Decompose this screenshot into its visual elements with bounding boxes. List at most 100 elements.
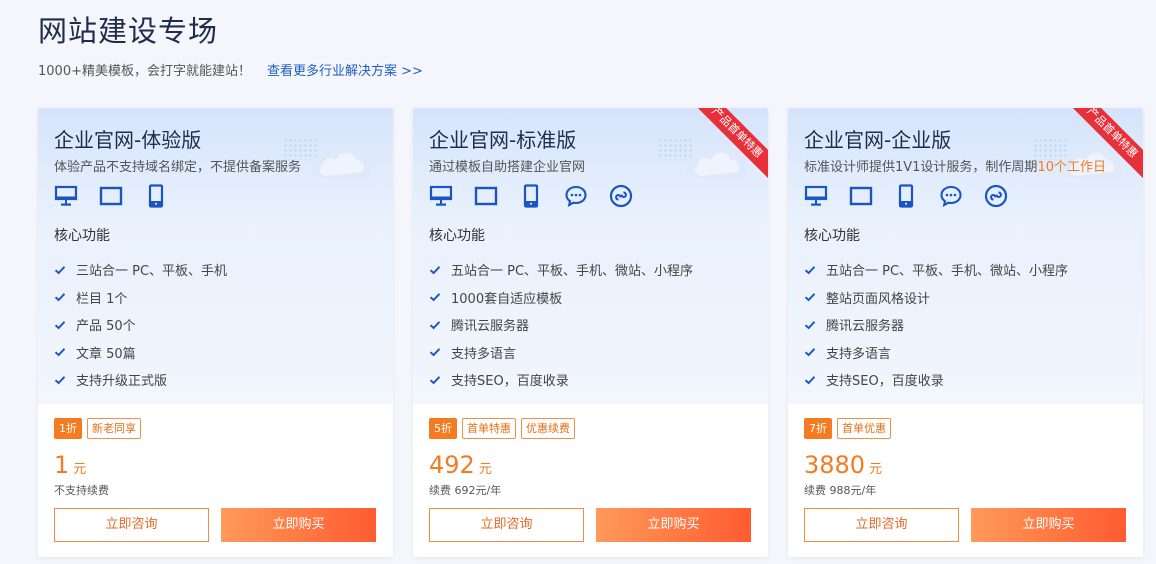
subtitle-row: 1000+精美模板，会打字就能建站！ 查看更多行业解决方案 >> [38, 60, 423, 79]
renewal-note: 续费 988元/年 [804, 484, 877, 497]
platform-icons [429, 184, 633, 208]
feature-text: 三站合一 PC、平板、手机 [76, 264, 228, 280]
more-solutions-link[interactable]: 查看更多行业解决方案 >> [267, 60, 423, 79]
buy-button[interactable]: 立即购买 [971, 508, 1126, 542]
feature-item: 支持多语言 [804, 339, 1068, 367]
discount-badge: 1折 [54, 418, 82, 439]
mobile-icon [144, 184, 168, 208]
feature-text: 栏目 1个 [76, 291, 128, 307]
platform-icons [804, 184, 1008, 208]
feature-item: 支持多语言 [429, 339, 693, 367]
tablet-icon [474, 184, 498, 208]
promo-ribbon: 产品首单特惠 [1062, 108, 1143, 189]
check-icon [429, 346, 441, 358]
consult-button[interactable]: 立即咨询 [429, 508, 584, 542]
check-icon [54, 291, 66, 303]
promo-tag: 首单优惠 [837, 418, 891, 439]
discount-badge: 5折 [429, 418, 457, 439]
consult-button[interactable]: 立即咨询 [804, 508, 959, 542]
tablet-icon [99, 184, 123, 208]
feature-text: 支持多语言 [451, 346, 517, 362]
check-icon [804, 319, 816, 331]
page-title: 网站建设专场 [38, 14, 219, 48]
feature-list: 五站合一 PC、平板、手机、微站、小程序整站页面风格设计 腾讯云服务器 支持多语言支… [804, 256, 1068, 394]
plan-description: 体验产品不支持域名绑定，不提供备案服务 [54, 156, 301, 175]
feature-text: 支持SEO，百度收录 [826, 374, 944, 390]
feature-item: 三站合一 PC、平板、手机 [54, 256, 227, 284]
promo-tags: 1折 新老同享 [54, 418, 141, 439]
plan-description: 通过模板自助搭建企业官网 [429, 156, 585, 175]
feature-item: 腾讯云服务器 [429, 311, 693, 339]
check-icon [429, 374, 441, 386]
promo-tags: 5折 首单特惠 优惠续费 [429, 418, 575, 439]
miniprogram-icon [609, 184, 633, 208]
plan-description-highlight: 10个工作日 [1037, 160, 1106, 175]
plan-description-text: 标准设计师提供1V1设计服务，制作周期 [804, 160, 1038, 175]
check-icon [429, 319, 441, 331]
check-icon [54, 264, 66, 276]
feature-item: 文章 50篇 [54, 339, 227, 367]
plan-card: 产品首单特惠 企业官网-企业版 标准设计师提供1V1设计服务，制作周期10个工作日核… [788, 108, 1143, 557]
price-value: 492 [429, 451, 475, 479]
buy-button[interactable]: 立即购买 [596, 508, 751, 542]
price-unit: 元 [869, 462, 883, 477]
desktop-icon [54, 184, 78, 208]
feature-text: 产品 50个 [76, 319, 136, 335]
feature-text: 腾讯云服务器 [826, 319, 905, 335]
plan-title: 企业官网-企业版 [804, 128, 952, 152]
feature-item: 整站页面风格设计 [804, 284, 1068, 312]
plan-card: 企业官网-体验版体验产品不支持域名绑定，不提供备案服务 核心功能三站合一 PC、平… [38, 108, 393, 557]
desktop-icon [804, 184, 828, 208]
core-features-label: 核心功能 [804, 228, 860, 244]
feature-text: 文章 50篇 [76, 346, 136, 362]
promo-tag: 首单特惠 [462, 418, 516, 439]
core-features-label: 核心功能 [54, 228, 110, 244]
check-icon [54, 319, 66, 331]
check-icon [804, 264, 816, 276]
feature-text: 腾讯云服务器 [451, 319, 530, 335]
feature-text: 整站页面风格设计 [826, 291, 931, 307]
feature-text: 1000套自适应模板 [451, 291, 563, 307]
price-unit: 元 [478, 462, 492, 477]
wechat-icon [939, 184, 963, 208]
feature-item: 产品 50个 [54, 311, 227, 339]
promo-tags: 7折 首单优惠 [804, 418, 891, 439]
feature-item: 支持SEO，百度收录 [429, 366, 693, 394]
promo-tag: 新老同享 [87, 418, 141, 439]
core-features-label: 核心功能 [429, 228, 485, 244]
feature-text: 支持多语言 [826, 346, 892, 362]
renewal-note: 续费 692元/年 [429, 484, 502, 497]
buy-button[interactable]: 立即购买 [221, 508, 376, 542]
plan-description-text: 体验产品不支持域名绑定，不提供备案服务 [54, 160, 302, 175]
feature-item: 五站合一 PC、平板、手机、微站、小程序 [804, 256, 1068, 284]
feature-item: 栏目 1个 [54, 284, 227, 312]
price-unit: 元 [73, 462, 87, 477]
plan-title: 企业官网-标准版 [429, 128, 577, 152]
mobile-icon [519, 184, 543, 208]
plan-title: 企业官网-体验版 [54, 128, 202, 152]
desktop-icon [429, 184, 453, 208]
platform-icons [54, 184, 168, 208]
promo-tag: 优惠续费 [521, 418, 575, 439]
discount-badge: 7折 [804, 418, 832, 439]
check-icon [429, 264, 441, 276]
subtitle-text: 1000+精美模板，会打字就能建站！ [38, 64, 251, 79]
feature-item: 支持SEO，百度收录 [804, 366, 1068, 394]
wechat-icon [564, 184, 588, 208]
check-icon [804, 346, 816, 358]
feature-list: 三站合一 PC、平板、手机 栏目 1个产品 50个 文章 50篇支持升级正式版 [54, 256, 227, 394]
price-value: 3880 [804, 451, 866, 479]
feature-item: 支持升级正式版 [54, 366, 227, 394]
mobile-icon [894, 184, 918, 208]
promo-ribbon: 产品首单特惠 [687, 108, 768, 189]
check-icon [804, 374, 816, 386]
plan-description-text: 通过模板自助搭建企业官网 [429, 160, 586, 175]
miniprogram-icon [984, 184, 1008, 208]
feature-item: 腾讯云服务器 [804, 311, 1068, 339]
plan-card: 产品首单特惠 企业官网-标准版通过模板自助搭建企业官网 核心功能五站合一 PC、平板… [413, 108, 768, 557]
plan-description: 标准设计师提供1V1设计服务，制作周期10个工作日 [804, 156, 1106, 175]
consult-button[interactable]: 立即咨询 [54, 508, 209, 542]
feature-item: 1000套自适应模板 [429, 284, 693, 312]
price: 492 元 [429, 451, 492, 479]
feature-item: 五站合一 PC、平板、手机、微站、小程序 [429, 256, 693, 284]
